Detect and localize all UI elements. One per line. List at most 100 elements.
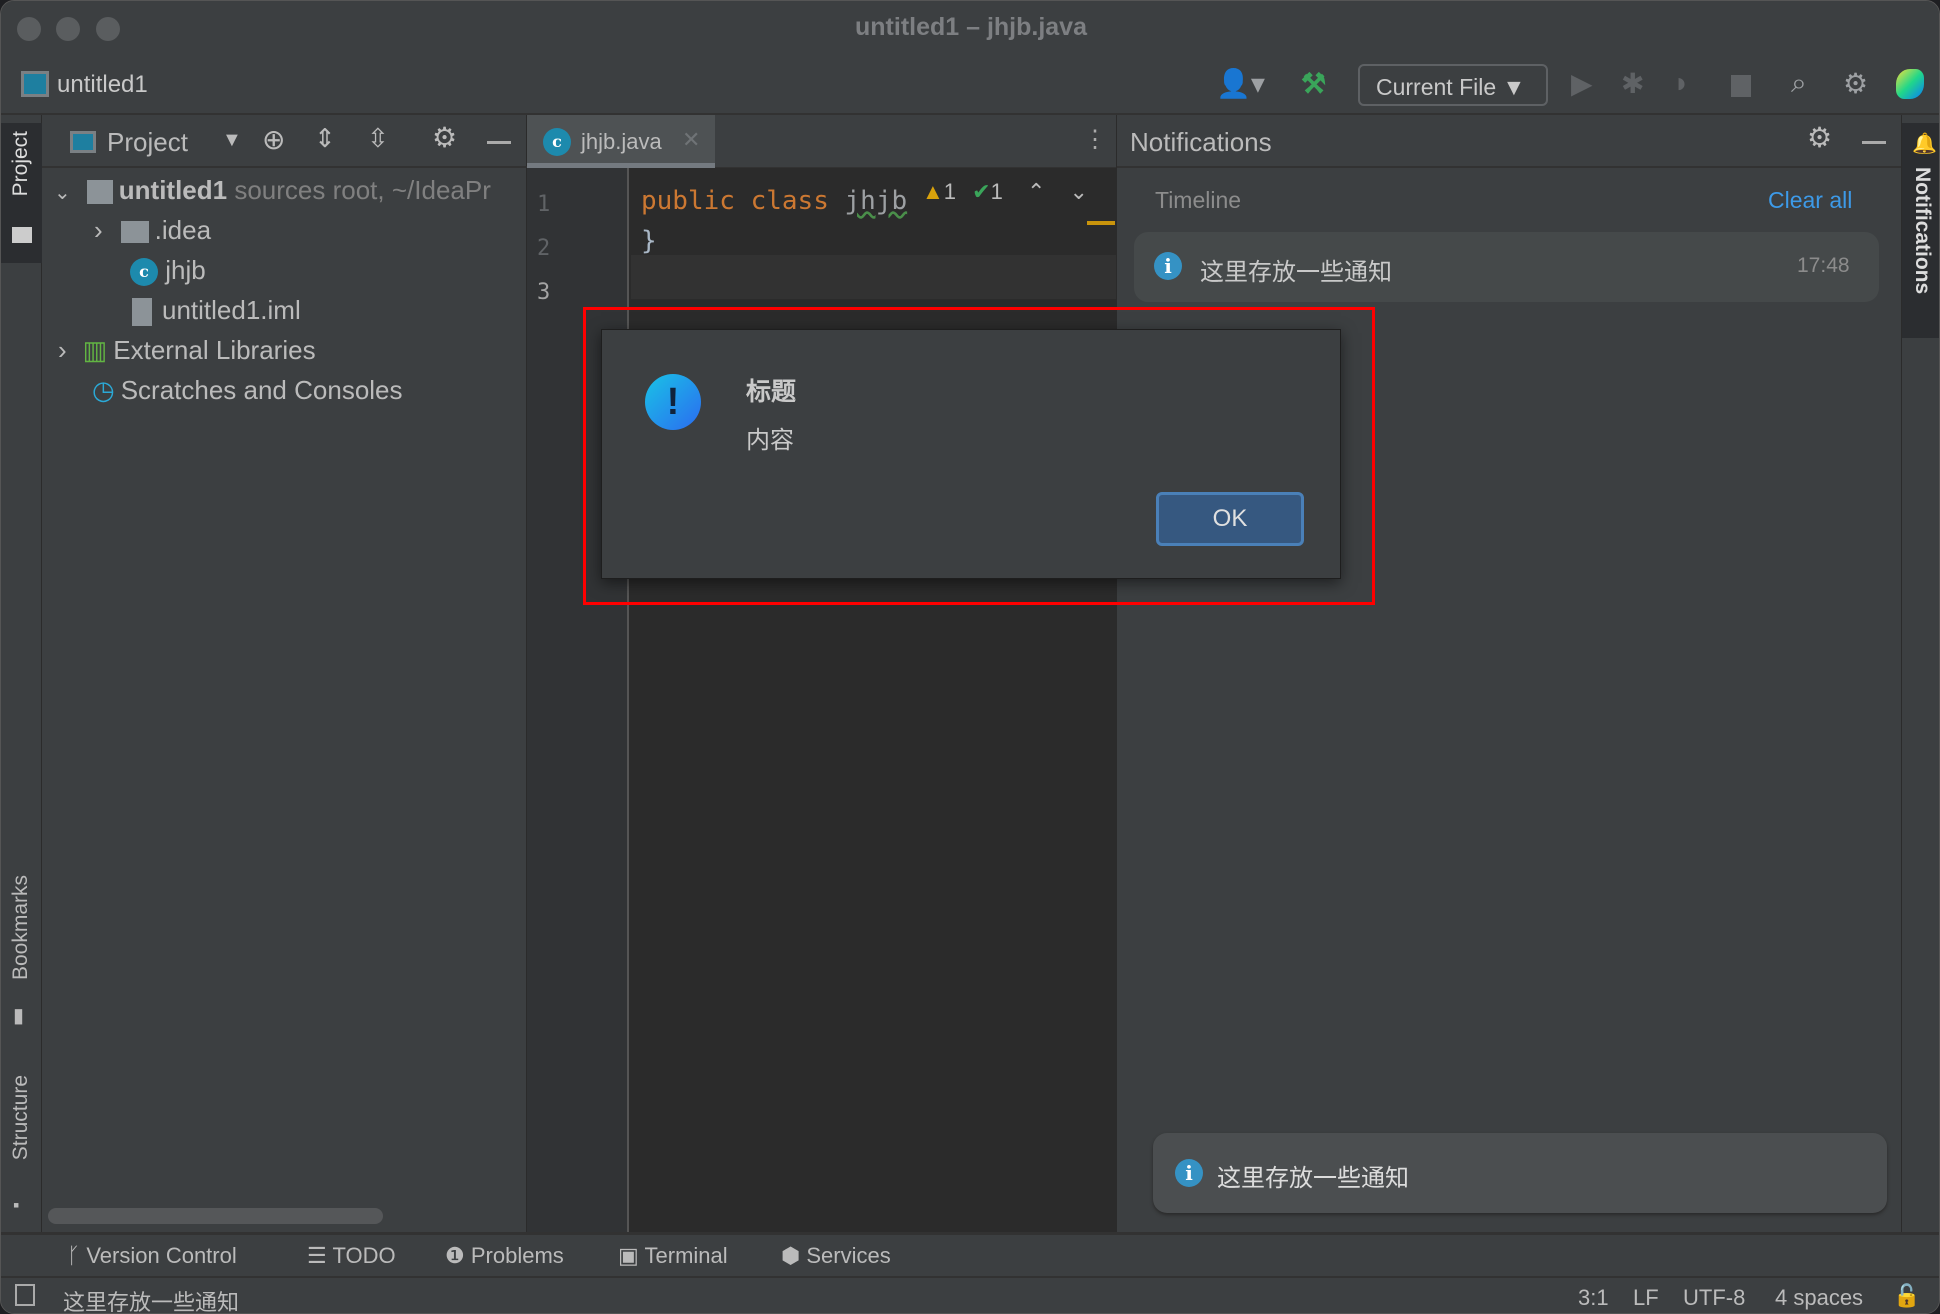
warning-icon: ▲ — [922, 179, 944, 204]
status-bar: 这里存放一些通知 3:1 LF UTF-8 4 spaces 🔓 — [1, 1276, 1939, 1313]
previous-highlight-icon[interactable]: ⌃ — [1027, 179, 1045, 204]
todo-tool[interactable]: ☰ TODO — [307, 1243, 396, 1269]
close-icon[interactable]: ✕ — [682, 127, 700, 153]
ok-button[interactable]: OK — [1156, 492, 1304, 546]
project-name[interactable]: untitled1 — [57, 71, 148, 99]
structure-tool-button[interactable]: Structure ▪ — [1, 1075, 42, 1225]
debug-icon[interactable]: ✱ — [1621, 67, 1644, 100]
inspection-widget[interactable]: ▲1 ✔1 ⌃ ⌄ — [922, 179, 1088, 205]
lock-icon[interactable]: 🔓 — [1893, 1283, 1920, 1309]
code-keyword: class — [750, 186, 829, 216]
tree-item-untitled1[interactable]: ⌄ untitled1 sources root, ~/IdeaPr — [54, 175, 491, 206]
list-icon: ☰ — [307, 1243, 327, 1268]
project-panel: Project ▼ ⊕ ⇕ ⇳ ⚙ ⌄ untitled1 sources roo… — [42, 115, 527, 1232]
project-panel-header: Project ▼ ⊕ ⇕ ⇳ ⚙ — [42, 115, 527, 168]
alert-icon: ! — [645, 374, 701, 430]
expand-all-icon[interactable]: ⇕ — [314, 123, 336, 154]
tree-label: External Libraries — [113, 335, 316, 365]
gear-icon[interactable]: ⚙ — [432, 121, 457, 154]
warning-marker[interactable] — [1087, 221, 1115, 225]
hide-panel-icon[interactable] — [487, 141, 511, 144]
bell-icon: 🔔 — [1912, 133, 1937, 155]
tree-label: Scratches and Consoles — [120, 375, 403, 405]
run-icon[interactable]: ▶ — [1571, 67, 1593, 100]
file-encoding[interactable]: UTF-8 — [1683, 1285, 1745, 1311]
horizontal-scrollbar[interactable] — [48, 1208, 383, 1224]
notifications-title: Notifications — [1130, 127, 1272, 157]
tab-label: jhjb.java — [581, 129, 662, 154]
coverage-icon[interactable]: ◗ — [1673, 67, 1690, 99]
left-tool-strip: Project Bookmarks ▮ Structure ▪ — [1, 115, 42, 1232]
settings-icon[interactable]: ⚙ — [1843, 67, 1868, 100]
chevron-down-icon[interactable]: ▼ — [222, 129, 242, 152]
dialog-message: 内容 — [746, 427, 794, 454]
bookmarks-tool-button[interactable]: Bookmarks ▮ — [1, 875, 42, 1035]
run-config-select[interactable]: Current File ▼ — [1358, 64, 1548, 106]
notification-time: 17:48 — [1797, 254, 1850, 277]
tree-item-iml[interactable]: untitled1.iml — [132, 295, 301, 327]
balloon-text: 这里存放一些通知 — [1217, 1165, 1409, 1192]
problems-tool[interactable]: ❶ Problems — [445, 1243, 564, 1269]
locate-icon[interactable]: ⊕ — [262, 123, 285, 156]
structure-tool-label: Structure — [9, 1075, 32, 1161]
title-bar: untitled1 – jhjb.java — [1, 1, 1939, 57]
stop-icon[interactable] — [1731, 75, 1751, 97]
terminal-tool[interactable]: ▣ Terminal — [618, 1243, 728, 1269]
main-toolbar: untitled1 👤▾ ⚒ Current File ▼ ▶ ✱ ◗ ⌕ ⚙ — [1, 57, 1939, 115]
tree-item-scratches[interactable]: ◷ Scratches and Consoles — [92, 375, 403, 406]
run-config-label: Current File — [1376, 74, 1497, 100]
services-tool[interactable]: ⬢ Services — [781, 1243, 891, 1269]
project-tool-label: Project — [9, 131, 32, 197]
build-hammer-icon[interactable]: ⚒ — [1301, 67, 1326, 100]
folder-icon — [120, 221, 149, 244]
tool-windows-icon[interactable] — [15, 1284, 35, 1306]
tree-label: untitled1 — [118, 175, 228, 205]
line-number: 2 — [537, 236, 551, 261]
collapse-all-icon[interactable]: ⇳ — [367, 123, 389, 154]
search-icon[interactable]: ⌕ — [1791, 67, 1807, 100]
chevron-down-icon: ⌄ — [54, 182, 71, 204]
message-dialog: ! 标题 内容 OK — [601, 329, 1341, 579]
tool-label: Services — [806, 1243, 891, 1268]
notifications-tool-button[interactable]: 🔔 Notifications — [1902, 123, 1939, 338]
version-control-tool[interactable]: ᚴ Version Control — [67, 1243, 237, 1269]
code-class-name: jhjb — [844, 186, 908, 216]
timeline-label: Timeline — [1155, 187, 1242, 213]
code-brace: } — [641, 226, 657, 256]
more-options-icon[interactable]: ⋮ — [1083, 125, 1107, 154]
editor-tab-bar: c jhjb.java ✕ ⋮ — [527, 115, 1116, 168]
structure-icon: ▪ — [13, 1195, 20, 1215]
info-icon: i — [1175, 1159, 1203, 1187]
user-icon[interactable]: 👤▾ — [1216, 67, 1265, 100]
warning-count: 1 — [943, 179, 957, 204]
current-line-highlight — [631, 255, 1116, 299]
status-message[interactable]: 这里存放一些通知 — [63, 1285, 239, 1313]
bookmark-icon: ▮ — [13, 1005, 25, 1027]
caret-position[interactable]: 3:1 — [1578, 1285, 1609, 1311]
line-separator[interactable]: LF — [1633, 1285, 1659, 1311]
notification-item[interactable]: i 这里存放一些通知 17:48 — [1134, 232, 1879, 302]
chevron-right-icon: › — [58, 335, 67, 365]
project-panel-title[interactable]: Project — [107, 127, 188, 158]
notification-text: 这里存放一些通知 — [1200, 259, 1392, 286]
clear-all-link[interactable]: Clear all — [1768, 187, 1852, 214]
right-tool-strip: 🔔 Notifications — [1901, 115, 1939, 1232]
notification-balloon[interactable]: i 这里存放一些通知 — [1153, 1133, 1887, 1213]
iml-file-icon — [132, 298, 152, 327]
tree-item-external-libraries[interactable]: › ▥ External Libraries — [58, 335, 316, 366]
terminal-icon: ▣ — [618, 1243, 639, 1268]
tree-item-idea[interactable]: › .idea — [94, 215, 211, 246]
info-icon: i — [1154, 252, 1182, 280]
hide-panel-icon[interactable] — [1862, 141, 1886, 144]
notifications-header: Notifications ⚙ — [1117, 115, 1902, 168]
java-class-icon: c — [130, 258, 158, 287]
project-tool-button[interactable]: Project — [1, 123, 42, 263]
tree-label: jhjb — [165, 255, 206, 285]
tree-item-jhjb[interactable]: c jhjb — [130, 255, 206, 287]
toolbox-logo-icon[interactable] — [1896, 69, 1924, 99]
indent-setting[interactable]: 4 spaces — [1775, 1285, 1863, 1311]
next-highlight-icon[interactable]: ⌄ — [1070, 179, 1088, 204]
gear-icon[interactable]: ⚙ — [1807, 121, 1832, 154]
chevron-right-icon: › — [94, 215, 103, 245]
tab-jhjb-java[interactable]: c jhjb.java ✕ — [527, 115, 715, 168]
